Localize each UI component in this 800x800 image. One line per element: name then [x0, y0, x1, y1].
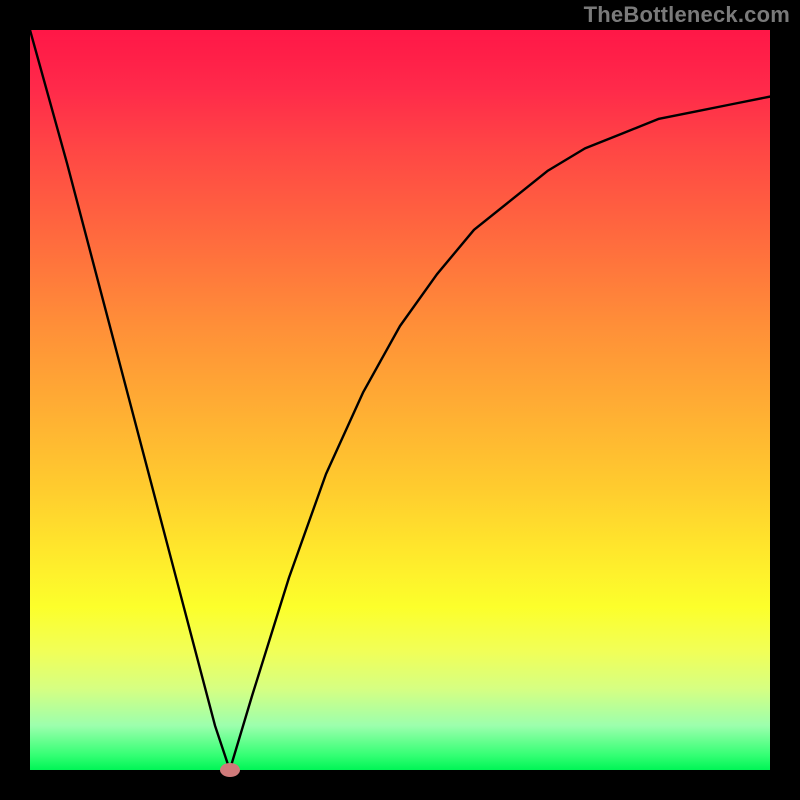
bottleneck-curve — [30, 30, 770, 770]
bottleneck-min-marker — [220, 763, 240, 777]
watermark-text: TheBottleneck.com — [584, 2, 790, 28]
chart-frame: TheBottleneck.com — [0, 0, 800, 800]
plot-area — [30, 30, 770, 770]
